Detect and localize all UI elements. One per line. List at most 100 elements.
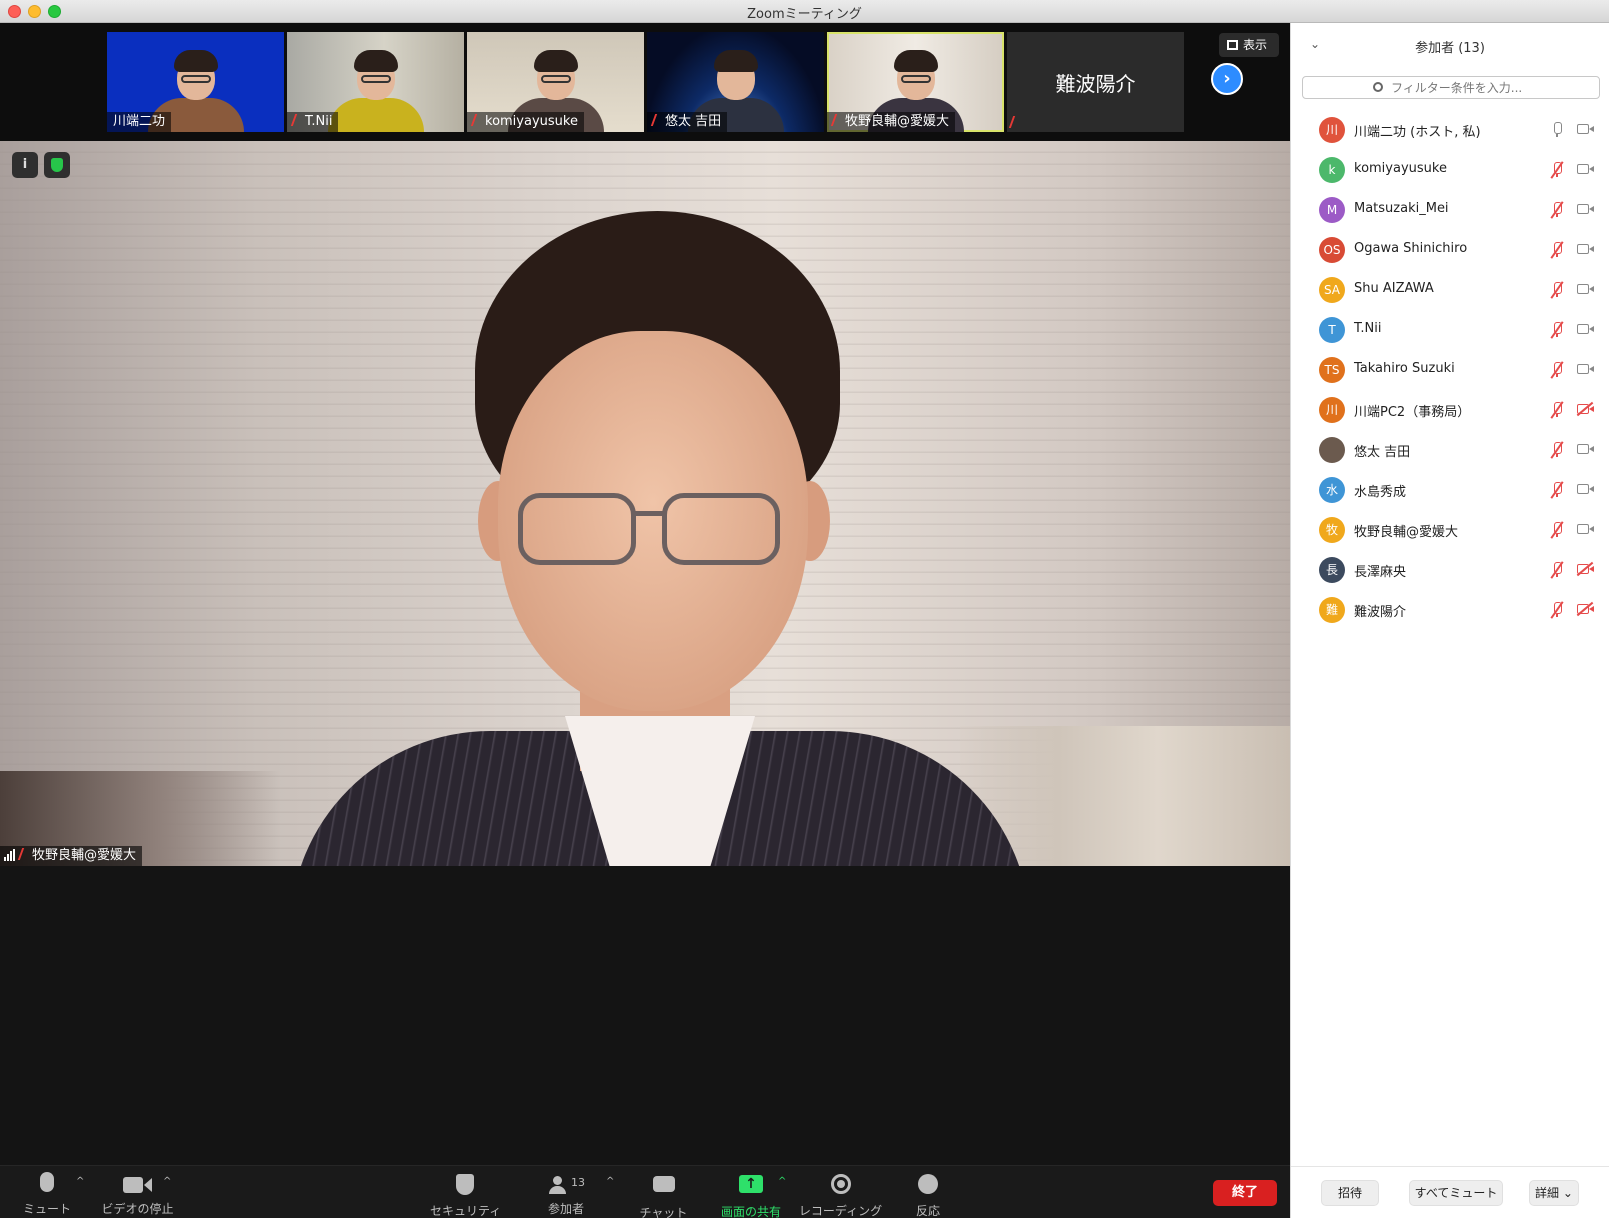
participants-options-caret[interactable]: ^ xyxy=(606,1176,614,1187)
participants-icon xyxy=(547,1176,569,1194)
participant-name: Shu AIZAWA xyxy=(1354,281,1434,296)
participant-list: 川川端二功 (ホスト, 私) k komiyayusuke M Matsuzaki_Me… xyxy=(1291,110,1609,630)
participant-row[interactable]: M Matsuzaki_Mei xyxy=(1291,190,1609,230)
muted-mic-icon[interactable] xyxy=(1550,521,1564,539)
search-icon xyxy=(1373,82,1383,92)
participant-thumbnail[interactable]: T.Nii xyxy=(287,32,464,132)
record-button[interactable]: レコーディング xyxy=(798,1172,883,1219)
participant-row[interactable]: k komiyayusuke xyxy=(1291,150,1609,190)
avatar: 川 xyxy=(1319,397,1345,423)
participant-row[interactable]: 長長澤麻央 xyxy=(1291,550,1609,590)
video-camera-icon[interactable] xyxy=(1577,364,1594,374)
thumbnail-name: 川端二功 xyxy=(107,112,172,132)
audio-options-caret[interactable]: ^ xyxy=(76,1176,84,1187)
avatar xyxy=(1319,437,1345,463)
muted-mic-icon[interactable] xyxy=(1550,601,1564,619)
info-icon: i xyxy=(22,157,28,172)
mute-all-button[interactable]: すべてミュート xyxy=(1409,1180,1503,1206)
thumbnail-name: 難波陽介 xyxy=(1055,72,1136,96)
security-button[interactable]: セキュリティ xyxy=(430,1172,501,1219)
video-camera-icon[interactable] xyxy=(1577,244,1594,254)
participant-thumbnail-active-speaker[interactable]: 牧野良輔@愛媛大 xyxy=(827,32,1004,132)
video-camera-icon xyxy=(123,1177,143,1193)
chevron-right-icon: › xyxy=(1223,68,1231,89)
avatar: k xyxy=(1319,157,1345,183)
muted-mic-icon[interactable] xyxy=(1550,441,1564,459)
participant-row[interactable]: 悠太 吉田 xyxy=(1291,430,1609,470)
video-options-caret[interactable]: ^ xyxy=(163,1176,171,1187)
end-meeting-button[interactable]: 終了 xyxy=(1213,1180,1277,1206)
muted-mic-icon[interactable] xyxy=(1550,201,1564,219)
microphone-icon[interactable] xyxy=(1552,122,1562,138)
avatar: 牧 xyxy=(1319,517,1345,543)
muted-mic-icon[interactable] xyxy=(1550,481,1564,499)
thumbnail-name: 悠太 吉田 xyxy=(647,112,728,132)
title-bar: Zoomミーティング xyxy=(0,0,1609,23)
avatar: 長 xyxy=(1319,557,1345,583)
participant-thumbnail[interactable]: 悠太 吉田 xyxy=(647,32,824,132)
more-options-button[interactable]: 詳細 ⌄ xyxy=(1529,1180,1579,1206)
muted-mic-icon[interactable] xyxy=(1550,161,1564,179)
participant-row[interactable]: SA Shu AIZAWA xyxy=(1291,270,1609,310)
chat-button[interactable]: チャット xyxy=(636,1172,691,1221)
video-off-icon[interactable] xyxy=(1576,601,1594,617)
reactions-button[interactable]: 反応 xyxy=(906,1172,950,1219)
participants-panel: ⌄ 参加者 (13) 川川端二功 (ホスト, 私)kkomiyayusukeMM… xyxy=(1290,23,1609,1218)
muted-mic-icon[interactable] xyxy=(1550,281,1564,299)
muted-mic-icon[interactable] xyxy=(1550,401,1564,419)
chevron-down-icon: ⌄ xyxy=(1562,1186,1573,1200)
invite-button[interactable]: 招待 xyxy=(1321,1180,1379,1206)
participant-row[interactable]: OS Ogawa Shinichiro xyxy=(1291,230,1609,270)
video-off-icon[interactable] xyxy=(1576,561,1594,577)
video-camera-icon[interactable] xyxy=(1577,324,1594,334)
participant-row[interactable]: T T.Nii xyxy=(1291,310,1609,350)
avatar: 川 xyxy=(1319,117,1345,143)
meeting-info-button[interactable]: i xyxy=(12,152,38,178)
participant-thumbnail[interactable]: 難波陽介 xyxy=(1007,32,1184,132)
muted-mic-icon[interactable] xyxy=(1550,361,1564,379)
participant-row[interactable]: TS Takahiro Suzuki xyxy=(1291,350,1609,390)
participant-filter[interactable] xyxy=(1302,76,1600,99)
participant-row[interactable]: 川川端二功 (ホスト, 私) xyxy=(1291,110,1609,150)
participant-row[interactable]: 難難波陽介 xyxy=(1291,590,1609,630)
muted-mic-icon[interactable] xyxy=(1550,241,1564,259)
muted-mic-icon[interactable] xyxy=(1550,321,1564,339)
participant-name: 牧野良輔@愛媛大 xyxy=(1354,525,1459,540)
avatar: SA xyxy=(1319,277,1345,303)
participant-row[interactable]: 牧牧野良輔@愛媛大 xyxy=(1291,510,1609,550)
record-icon xyxy=(830,1174,851,1194)
muted-mic-icon[interactable] xyxy=(1550,561,1564,579)
video-off-icon[interactable] xyxy=(1576,401,1594,417)
view-layout-button[interactable]: 表示 xyxy=(1219,33,1279,57)
video-camera-icon[interactable] xyxy=(1577,124,1594,134)
participant-row[interactable]: 川川端PC2（事務局） xyxy=(1291,390,1609,430)
participant-row[interactable]: 水水島秀成 xyxy=(1291,470,1609,510)
window-title: Zoomミーティング xyxy=(747,7,862,22)
video-camera-icon[interactable] xyxy=(1577,164,1594,174)
microphone-icon xyxy=(40,1172,54,1192)
next-page-button[interactable]: › xyxy=(1211,63,1243,95)
thumbnail-name: T.Nii xyxy=(287,112,339,132)
shield-icon xyxy=(456,1174,474,1195)
encryption-shield-button[interactable] xyxy=(44,152,70,178)
share-options-caret[interactable]: ^ xyxy=(778,1176,786,1187)
avatar: T xyxy=(1319,317,1345,343)
video-camera-icon[interactable] xyxy=(1577,204,1594,214)
video-camera-icon[interactable] xyxy=(1577,484,1594,494)
participants-button[interactable]: 13 参加者 xyxy=(536,1172,596,1217)
video-camera-icon[interactable] xyxy=(1577,524,1594,534)
thumbnail-name: 牧野良輔@愛媛大 xyxy=(827,112,956,132)
share-screen-button[interactable]: ↑ 画面の共有 xyxy=(716,1172,786,1220)
mute-button[interactable]: ミュート xyxy=(22,1172,72,1217)
participant-name: T.Nii xyxy=(1354,321,1382,336)
speaker-figure xyxy=(250,211,1070,866)
chat-bubble-icon xyxy=(652,1176,675,1192)
participant-filter-input[interactable] xyxy=(1391,79,1591,97)
participant-thumbnail[interactable]: 川端二功 xyxy=(107,32,284,132)
video-camera-icon[interactable] xyxy=(1577,284,1594,294)
signal-strength-icon xyxy=(4,848,16,866)
video-camera-icon[interactable] xyxy=(1577,444,1594,454)
participant-thumbnail[interactable]: komiyayusuke xyxy=(467,32,644,132)
muted-mic-icon xyxy=(17,848,31,860)
meeting-toolbar: ミュート ^ ビデオの停止 ^ セキュリティ 13 参加者 ^ チャット ↑ 画… xyxy=(0,1165,1290,1221)
